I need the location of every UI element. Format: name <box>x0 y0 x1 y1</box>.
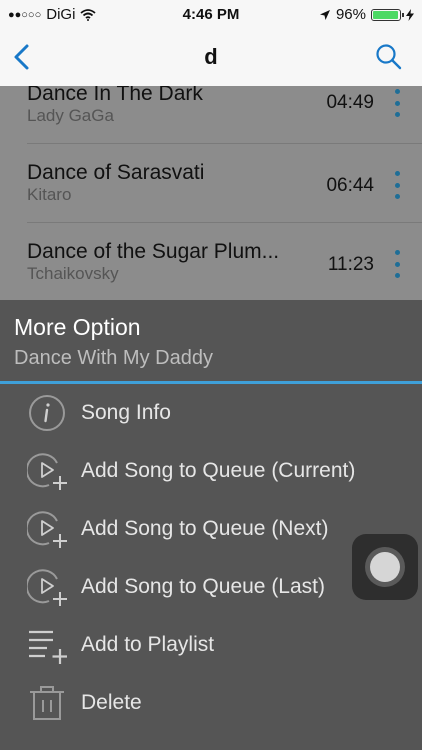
info-icon <box>29 395 65 431</box>
status-right: 96% <box>319 6 414 23</box>
accent-divider <box>0 381 422 384</box>
song-row[interactable]: Dance In The Dark Lady GaGa 04:49 <box>0 86 422 161</box>
option-label: Delete <box>81 691 142 714</box>
more-options-sheet: More Option Dance With My Daddy Song Inf… <box>0 300 422 750</box>
more-options-icon[interactable] <box>393 89 401 117</box>
battery-fill <box>373 10 398 19</box>
song-artist: Tchaikovsky <box>27 264 119 283</box>
song-title: Dance of the Sugar Plum... <box>27 240 280 263</box>
assistive-touch-core <box>370 552 400 582</box>
song-title: Dance of Sarasvati <box>27 161 205 184</box>
option-add-to-playlist[interactable]: Add to Playlist <box>0 618 422 672</box>
battery-percent: 96% <box>335 6 366 23</box>
song-duration: 06:44 <box>326 175 374 196</box>
song-list: Dance In The Dark Lady GaGa 04:49 Dance … <box>0 86 422 300</box>
search-icon[interactable] <box>374 42 404 72</box>
option-queue-current[interactable]: Add Song to Queue (Current) <box>0 444 422 498</box>
more-options-icon[interactable] <box>393 250 401 278</box>
option-label: Add Song to Queue (Next) <box>81 517 329 540</box>
song-artist: Lady GaGa <box>27 106 114 125</box>
status-bar: ●●○○○ DiGi 4:46 PM 96% <box>0 0 422 30</box>
option-label: Add Song to Queue (Last) <box>81 575 325 598</box>
play-add-icon <box>27 453 67 490</box>
sheet-title: More Option <box>14 314 141 340</box>
play-add-icon <box>27 511 67 548</box>
playlist-add-icon <box>29 630 67 664</box>
song-row[interactable]: Dance of Sarasvati Kitaro 06:44 <box>0 161 422 240</box>
song-duration: 11:23 <box>327 254 374 275</box>
option-song-info[interactable]: Song Info <box>0 386 422 440</box>
trash-icon <box>30 686 64 720</box>
song-artist: Kitaro <box>27 185 72 204</box>
navigation-bar: d <box>0 30 422 87</box>
more-options-icon[interactable] <box>393 171 401 199</box>
option-delete[interactable]: Delete <box>0 676 422 730</box>
option-label: Add Song to Queue (Current) <box>81 459 356 482</box>
option-label: Song Info <box>81 401 171 424</box>
row-divider <box>27 143 422 144</box>
song-title: Dance In The Dark <box>27 86 203 105</box>
option-label: Add to Playlist <box>81 633 215 656</box>
song-row[interactable]: Dance of the Sugar Plum... Tchaikovsky 1… <box>0 240 422 300</box>
page-title: d <box>204 44 218 69</box>
play-add-icon <box>27 569 67 606</box>
row-divider <box>27 222 422 223</box>
location-arrow-icon <box>319 9 330 20</box>
song-duration: 04:49 <box>326 92 374 113</box>
charging-bolt-icon <box>406 8 414 21</box>
battery-icon <box>371 8 404 21</box>
assistive-touch-button[interactable] <box>352 534 418 600</box>
sheet-subtitle: Dance With My Daddy <box>14 347 213 369</box>
